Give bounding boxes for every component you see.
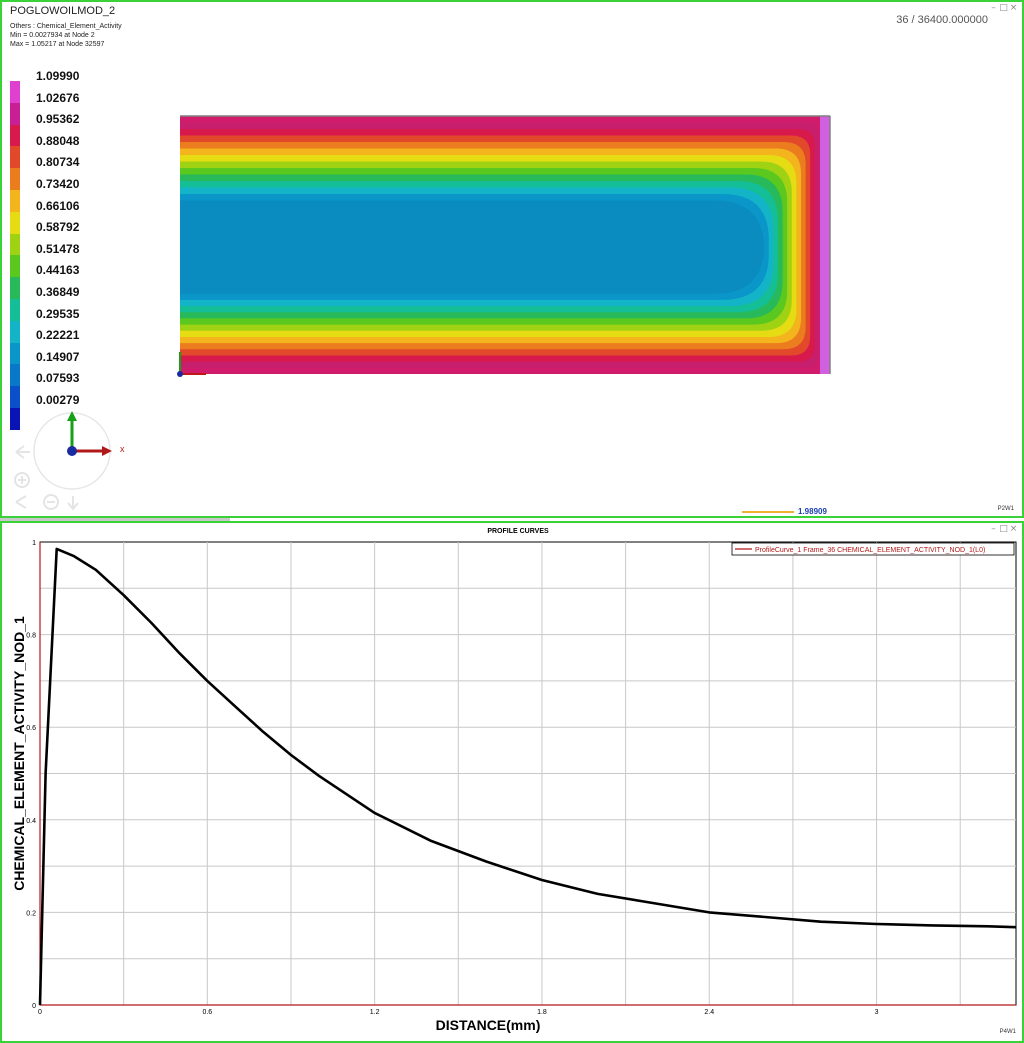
legend-swatch bbox=[10, 189, 20, 212]
y-tick-label: 0 bbox=[32, 1003, 36, 1010]
legend-swatch bbox=[10, 255, 20, 278]
legend-swatch bbox=[10, 298, 20, 321]
legend-swatch bbox=[10, 124, 20, 147]
top-window-controls: – □ × bbox=[989, 4, 1018, 13]
maximize-icon[interactable]: □ bbox=[999, 525, 1008, 534]
model-title: POGLOWOILMOD_2 bbox=[10, 5, 116, 17]
x-tick-label: 0.6 bbox=[202, 1009, 212, 1016]
legend-swatch bbox=[10, 102, 20, 125]
close-icon[interactable]: × bbox=[1009, 4, 1018, 13]
y-tick-label: 0.8 bbox=[26, 633, 36, 640]
rotate-left-icon[interactable] bbox=[15, 445, 30, 459]
legend-label: 0.66106 bbox=[36, 198, 80, 213]
legend-label: 0.07593 bbox=[36, 371, 80, 386]
legend-label: 0.88048 bbox=[36, 133, 80, 148]
x-tick-label: 0 bbox=[38, 1009, 42, 1016]
close-icon[interactable]: × bbox=[1009, 525, 1018, 534]
x-axis-label: x bbox=[120, 444, 125, 454]
scale-bar bbox=[742, 511, 794, 513]
profile-curve-viewport[interactable]: PROFILE CURVES 0 0.6 1.2 1.8 2.4 3 0 0.2 0.4 0.6 0.… bbox=[0, 521, 1024, 1043]
legend-label: 0.36849 bbox=[36, 285, 80, 299]
color-legend-bar bbox=[10, 81, 20, 430]
legend-swatch bbox=[10, 342, 20, 365]
minimize-icon[interactable]: – bbox=[989, 525, 998, 534]
contour-band bbox=[180, 200, 765, 294]
chart-title: PROFILE CURVES bbox=[487, 528, 549, 535]
legend-swatch bbox=[10, 386, 20, 408]
legend-swatch bbox=[10, 320, 20, 343]
legend-label: 0.80734 bbox=[36, 155, 80, 170]
contour-edge-band bbox=[820, 116, 830, 374]
view-navigation-controls[interactable] bbox=[12, 442, 82, 518]
bottom-window-controls: – □ × bbox=[989, 525, 1018, 534]
y-tick-label: 0.2 bbox=[26, 910, 36, 917]
zoom-in-plus-icon bbox=[18, 476, 26, 484]
y-axis-label: CHEMICAL_ELEMENT_ACTIVITY_NOD_1 bbox=[11, 616, 27, 891]
pan-down-icon[interactable] bbox=[67, 496, 79, 511]
fit-view-icon[interactable] bbox=[15, 495, 27, 509]
minimize-icon[interactable]: – bbox=[989, 4, 998, 13]
x-tick-label: 1.8 bbox=[537, 1009, 547, 1016]
x-tick-label: 3 bbox=[875, 1009, 879, 1016]
legend-swatch bbox=[10, 81, 20, 103]
legend-label: 1.09990 bbox=[36, 69, 80, 83]
legend-swatch bbox=[10, 233, 20, 256]
legend-swatch bbox=[10, 146, 20, 169]
legend-label: 1.02676 bbox=[36, 90, 80, 105]
legend-label: 0.14907 bbox=[36, 349, 80, 364]
x-tick-label: 1.2 bbox=[370, 1009, 380, 1016]
legend-swatch bbox=[10, 211, 20, 234]
profile-chart[interactable]: PROFILE CURVES 0 0.6 1.2 1.8 2.4 3 0 0.2 0.4 0.6 0.… bbox=[2, 523, 1022, 1041]
legend-entry: ProfileCurve_1 Frame_36 CHEMICAL_ELEMENT… bbox=[755, 547, 985, 554]
legend-label: 0.73420 bbox=[36, 177, 80, 191]
legend-label: 0.29535 bbox=[36, 306, 80, 321]
y-tick-label: 1 bbox=[32, 540, 36, 547]
scale-bar-value: 1.98909 bbox=[798, 507, 827, 516]
min-value-label: Min = 0.0027934 at Node 2 bbox=[10, 32, 95, 39]
result-type-label: Others : Chemical_Element_Activity bbox=[10, 23, 122, 30]
frame-time-readout: 36 / 36400.000000 bbox=[896, 14, 988, 26]
local-origin bbox=[177, 371, 183, 377]
max-value-label: Max = 1.05217 at Node 32597 bbox=[10, 41, 105, 48]
legend-label: 0.22221 bbox=[36, 328, 80, 343]
maximize-icon[interactable]: □ bbox=[999, 4, 1008, 13]
x-axis-label: DISTANCE(mm) bbox=[436, 1017, 541, 1033]
legend-label: 0.44163 bbox=[36, 263, 80, 278]
contour-plot[interactable] bbox=[172, 110, 842, 390]
y-tick-label: 0.4 bbox=[26, 818, 36, 825]
contour-viewport[interactable]: POGLOWOILMOD_2 Others : Chemical_Element… bbox=[0, 0, 1024, 518]
legend-swatch bbox=[10, 364, 20, 387]
legend-label: 0.00279 bbox=[36, 393, 80, 407]
viewport-id-label: P2W1 bbox=[997, 506, 1014, 512]
legend-label: 0.58792 bbox=[36, 220, 80, 235]
legend-swatch bbox=[10, 277, 20, 299]
viewport-id-label: P4W1 bbox=[999, 1029, 1016, 1035]
legend-swatch bbox=[10, 407, 20, 430]
legend-label: 0.95362 bbox=[36, 112, 80, 127]
y-tick-label: 0.6 bbox=[26, 725, 36, 732]
legend-label: 0.51478 bbox=[36, 241, 80, 256]
x-tick-label: 2.4 bbox=[704, 1009, 714, 1016]
legend-swatch bbox=[10, 168, 20, 190]
